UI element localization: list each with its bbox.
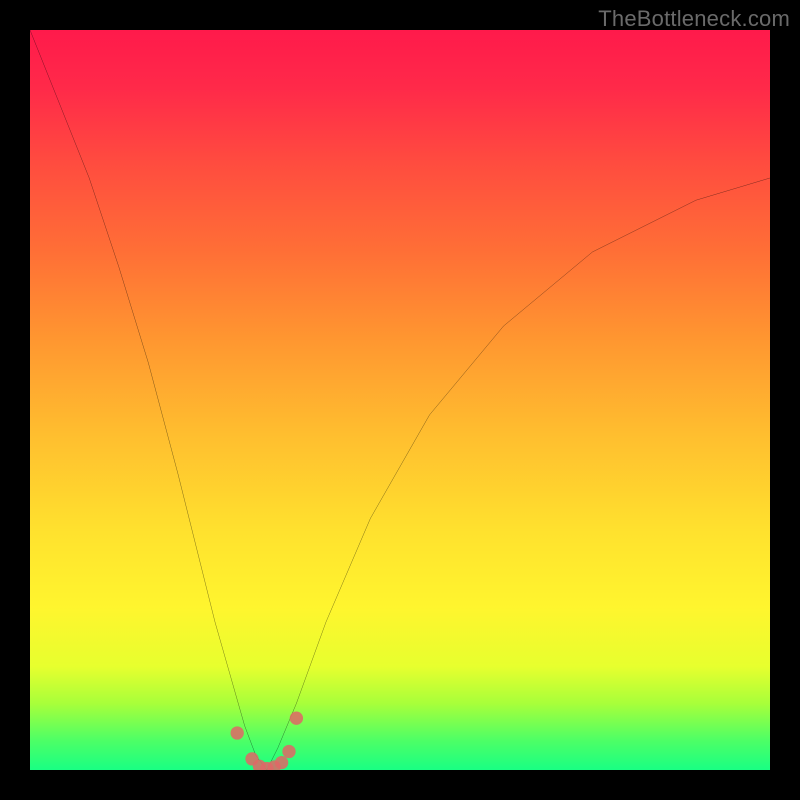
marker-dot <box>231 726 244 739</box>
curve-layer <box>30 30 770 770</box>
chart-frame: TheBottleneck.com <box>0 0 800 800</box>
marker-dot <box>275 756 288 769</box>
marker-dot <box>282 745 295 758</box>
bottleneck-curve-right <box>267 178 770 770</box>
bottleneck-curve-left <box>30 30 267 770</box>
marker-dot <box>290 712 303 725</box>
marker-cluster <box>231 712 304 770</box>
plot-area <box>30 30 770 770</box>
watermark-text: TheBottleneck.com <box>598 6 790 32</box>
